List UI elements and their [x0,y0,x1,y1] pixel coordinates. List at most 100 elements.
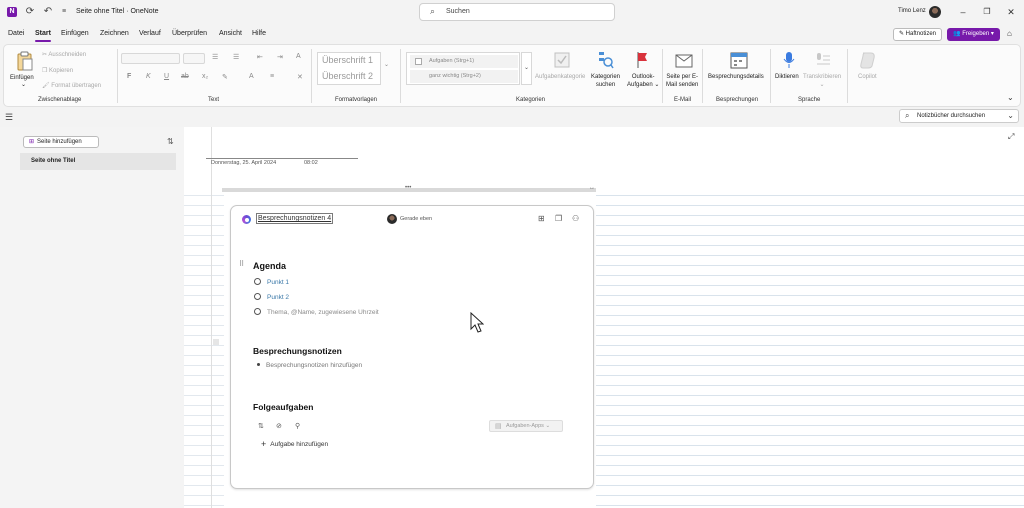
collaborator-avatar[interactable] [387,214,397,224]
haftnotizen-button[interactable]: ✎ Haftnotizen [893,28,942,41]
paste-icon[interactable] [16,51,34,71]
agenda-item[interactable]: Punkt 1 [254,278,289,286]
numbering-icon[interactable]: ☰ [233,53,239,61]
user-name[interactable]: Timo Lenz [898,8,926,14]
align-icon[interactable]: ≡ [270,73,274,80]
user-avatar[interactable] [929,6,941,18]
agenda-item[interactable]: Punkt 2 [254,293,289,301]
styles-expand-icon[interactable]: ⌄ [384,61,389,68]
bullets-icon[interactable]: ☰ [212,53,218,61]
task-apps-button[interactable]: ▤ Aufgaben-Apps ⌄ [489,420,563,432]
transcribe-button[interactable]: Transkribieren ⌄ [803,73,841,89]
transcribe-icon[interactable] [815,52,831,68]
outlook-tasks-button[interactable]: Outlook- Aufgaben ⌄ [627,73,659,89]
meeting-details-icon[interactable] [730,51,748,69]
email-page-icon[interactable] [675,52,693,68]
page-list-item[interactable]: Seite ohne Titel [20,153,176,170]
tags-gallery[interactable]: Aufgaben (Strg+1) ganz wichtig (Strg+2) [406,52,520,85]
ribbon-collapse-icon[interactable]: ⌄ [1007,93,1014,102]
tab-ueberpruefen[interactable]: Überprüfen [172,30,207,37]
tab-einfuegen[interactable]: Einfügen [61,30,89,37]
checkbox-circle-icon[interactable] [254,293,261,300]
agenda-placeholder[interactable]: Thema, @Name, zugewiesene Uhrzeit [254,308,379,316]
loop-component-card[interactable]: Besprechungsnotizen 4 Gerade eben ⊞ ❐ ⚇ … [230,205,594,489]
add-page-button[interactable]: ⊞ Seite hinzufügen [23,136,99,148]
sort-icon[interactable]: ⇅ [258,422,264,430]
paragraph-handle[interactable] [213,339,219,345]
share-people-icon[interactable]: ⚇ [572,214,579,223]
tags-expand-icon[interactable]: ⌄ [521,52,532,85]
tab-hilfe[interactable]: Hilfe [252,30,266,37]
agenda-heading[interactable]: Agenda [253,261,286,271]
followup-heading[interactable]: Folgeaufgaben [253,402,313,412]
find-tags-button[interactable]: Kategorien suchen [591,73,620,89]
assign-icon[interactable]: ⚲ [295,422,300,430]
bold-button[interactable]: F [127,73,131,80]
restore-icon[interactable]: ❐ [978,5,996,19]
clear-format-icon[interactable]: ✕ [297,73,303,81]
underline-button[interactable]: U [164,73,169,80]
copilot-button[interactable]: Copilot [858,73,877,81]
quick-access-menu-icon[interactable]: ≡ [58,6,70,18]
tag-todo[interactable]: Aufgaben (Strg+1) [410,55,518,68]
task-tag-button[interactable]: Aufgabenkategorie [535,73,585,81]
notes-heading[interactable]: Besprechungsnotizen [253,346,342,356]
chevron-down-icon[interactable]: ⌄ [1007,111,1014,120]
container-handle-bar[interactable]: ••• ↔ [222,185,596,192]
sort-pages-icon[interactable]: ⇅ [167,137,174,146]
cut-button[interactable]: ✂ Ausschneiden [42,51,86,58]
hide-completed-icon[interactable]: ⊘ [276,422,282,430]
copy-link-icon[interactable]: ❐ [555,214,562,223]
drag-handle-icon[interactable]: ⠿ [239,260,244,268]
tab-verlauf[interactable]: Verlauf [139,30,161,37]
paste-dropdown-icon[interactable]: ⌄ [21,81,26,89]
drag-dots-icon[interactable]: ••• [405,185,411,191]
subscript-icon[interactable]: x₂ [202,73,208,80]
copy-button[interactable]: ❐ Kopieren [42,67,73,74]
fullscreen-icon[interactable]: ⤢ [1008,132,1014,142]
close-icon[interactable]: ✕ [1002,5,1020,19]
styles-gallery[interactable]: Überschrift 1 Überschrift 2 [317,52,381,85]
undo-icon[interactable]: ↶ [42,6,54,18]
search-box[interactable]: ⌕ Suchen [419,3,615,21]
tag-important[interactable]: ganz wichtig (Strg+2) [410,70,518,83]
style-heading2[interactable]: Überschrift 2 [322,71,373,81]
dictate-button[interactable]: Diktieren [775,73,799,81]
loop-component-title[interactable]: Besprechungsnotizen 4 [256,213,334,224]
strikethrough-button[interactable]: ab [181,73,189,80]
add-task-button[interactable]: + Aufgabe hinzufügen [261,439,328,449]
styles-aa-icon[interactable]: A [296,53,301,60]
meeting-details-button[interactable]: Besprechungsdetails [708,73,764,81]
tab-ansicht[interactable]: Ansicht [219,30,242,37]
notebook-search[interactable]: ⌕ Notizbücher durchsuchen ⌄ [899,109,1019,123]
copilot-icon[interactable] [859,51,877,69]
email-page-button[interactable]: Seite per E- Mail senden [666,73,698,89]
increase-indent-icon[interactable]: ⇥ [277,53,283,61]
format-painter-button[interactable]: 🖌 Format übertragen [42,82,101,89]
checkbox-circle-icon[interactable] [254,278,261,285]
resize-handle-icon[interactable]: ↔ [589,185,595,191]
navigation-toggle-icon[interactable]: ☰ [5,112,13,123]
tab-datei[interactable]: Datei [8,30,24,37]
italic-button[interactable]: K [146,73,151,80]
decrease-indent-icon[interactable]: ⇤ [257,53,263,61]
apps-grid-icon[interactable]: ⊞ [538,214,545,223]
find-tags-icon[interactable] [598,51,614,69]
tab-start[interactable]: Start [35,30,51,37]
font-color-icon[interactable]: A [249,73,254,80]
minimize-icon[interactable]: – [954,5,972,19]
comments-icon[interactable]: ⌂ [1007,29,1012,38]
font-name-combo[interactable] [121,53,180,64]
task-tag-icon[interactable] [554,52,570,68]
share-button[interactable]: 👥 Freigeben ▾ [947,28,1000,41]
tab-zeichnen[interactable]: Zeichnen [100,30,129,37]
notes-placeholder[interactable]: Besprechungsnotizen hinzufügen [257,362,362,369]
checkbox-circle-icon[interactable] [254,308,261,315]
sync-icon[interactable]: ⟳ [24,6,36,18]
page-canvas[interactable]: Donnerstag, 25. April 2024 08:02 ⤢ ••• ↔… [184,127,1024,508]
outlook-tasks-icon[interactable] [635,51,649,69]
font-size-combo[interactable] [183,53,205,64]
dictate-icon[interactable] [783,51,795,69]
style-heading1[interactable]: Überschrift 1 [322,55,373,65]
highlight-icon[interactable]: ✎ [222,73,228,81]
